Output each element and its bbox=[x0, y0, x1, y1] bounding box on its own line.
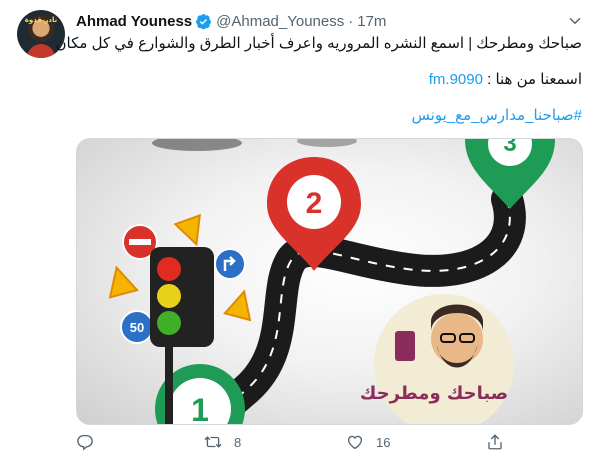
avatar-text: نادر قدوة bbox=[24, 16, 58, 24]
pin-number-1: 1 bbox=[191, 392, 209, 425]
speed-limit-value: 50 bbox=[130, 320, 144, 335]
tweet-time[interactable]: 17m bbox=[357, 13, 386, 30]
avatar-figure bbox=[27, 44, 55, 58]
author-name[interactable]: Ahmad Youness bbox=[76, 13, 192, 30]
tweet-media-image[interactable]: 3 2 1 50 صباحك ومطرحك bbox=[76, 138, 583, 425]
host-caricature-badge: صباحك ومطرحك bbox=[360, 294, 514, 424]
like-button[interactable]: 16 bbox=[346, 430, 390, 454]
like-count: 16 bbox=[376, 434, 391, 450]
caret-down-icon[interactable] bbox=[566, 12, 584, 30]
road-illustration: 3 2 1 50 صباحك ومطرحك bbox=[108, 139, 555, 425]
pin-number-3: 3 bbox=[503, 139, 516, 157]
speed-limit-sign: 50 bbox=[120, 310, 154, 344]
share-button[interactable] bbox=[486, 430, 504, 454]
tweet-card[interactable]: نادر قدوة Ahmad Youness @Ahmad_Youness ·… bbox=[0, 0, 598, 458]
separator-dot: · bbox=[348, 12, 354, 30]
share-icon bbox=[488, 434, 502, 450]
retweet-button[interactable]: 8 bbox=[204, 430, 241, 454]
warning-sign-left bbox=[108, 265, 139, 299]
warning-sign-right bbox=[223, 289, 252, 322]
tweet-header: Ahmad Youness @Ahmad_Youness · 17m bbox=[76, 10, 386, 32]
reply-button[interactable] bbox=[76, 430, 94, 454]
hashtag-link[interactable]: #صباحنا_مدارس_مع_يونس bbox=[76, 106, 582, 126]
tweet-text: صباحك ومطرحك | اسمع النشره المروريه واعر… bbox=[55, 35, 582, 52]
badge-text: صباحك ومطرحك bbox=[360, 383, 508, 404]
like-icon bbox=[347, 435, 363, 450]
listen-label: اسمعنا من هنا : bbox=[482, 71, 582, 88]
tweet-actions: 8 16 bbox=[76, 430, 583, 454]
warning-sign-top bbox=[173, 213, 201, 247]
retweet-count: 8 bbox=[234, 434, 242, 450]
direction-sign bbox=[214, 248, 246, 280]
retweet-icon bbox=[204, 436, 222, 448]
pin-number-2: 2 bbox=[306, 187, 323, 220]
reply-icon bbox=[77, 434, 93, 451]
radio-link[interactable]: 9090.fm bbox=[429, 71, 483, 88]
verified-badge-icon bbox=[196, 13, 212, 29]
tweet-text-line2: اسمعنا من هنا : 9090.fm bbox=[76, 70, 582, 90]
author-handle[interactable]: @Ahmad_Youness bbox=[216, 13, 344, 30]
map-pin-3: 3 bbox=[465, 139, 555, 209]
